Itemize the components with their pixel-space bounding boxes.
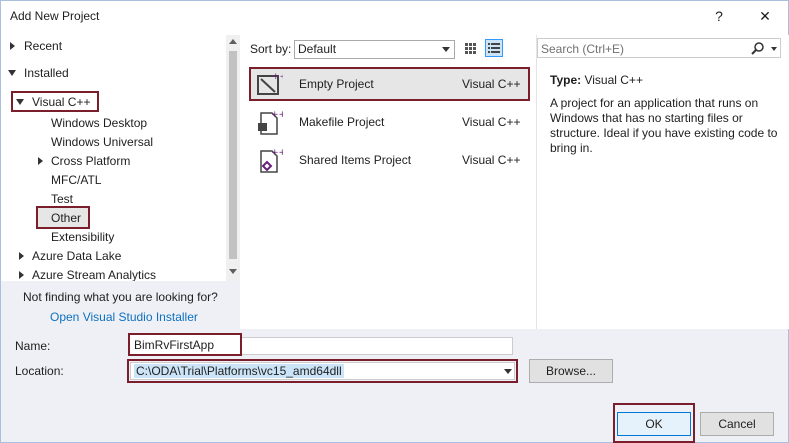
project-description: A project for an application that runs o… — [550, 96, 778, 155]
name-label: Name: — [15, 339, 51, 353]
type-label: Type: — [550, 73, 582, 87]
title-bar: Add New Project ? ✕ — [1, 1, 788, 31]
list-icon — [488, 43, 500, 53]
expand-azure-stream-icon[interactable] — [19, 271, 24, 279]
template-language: Visual C++ — [462, 153, 521, 167]
tree-item-windows-universal[interactable]: Windows Universal — [51, 133, 153, 151]
tree-item-azure-data-lake[interactable]: Azure Data Lake — [32, 247, 121, 265]
highlight-empty-project — [249, 67, 530, 101]
location-label: Location: — [15, 364, 64, 378]
location-chevron-down-icon[interactable] — [504, 369, 512, 374]
sort-by-value: Default — [298, 42, 337, 56]
dialog-title: Add New Project — [10, 9, 100, 23]
tree-scrollbar[interactable] — [226, 35, 240, 281]
template-row-shared-items-project[interactable]: ++ Shared Items Project Visual C++ — [249, 143, 530, 177]
template-tree: Recent Installed Visual C++ Windows Desk… — [1, 35, 225, 281]
close-button[interactable]: ✕ — [753, 5, 777, 27]
grid-icon — [465, 43, 476, 54]
cancel-button[interactable]: Cancel — [700, 412, 774, 436]
template-name: Makefile Project — [299, 115, 385, 129]
template-name: Shared Items Project — [299, 153, 412, 167]
svg-text:++: ++ — [271, 148, 283, 158]
project-form-area: Name: BimRvFirstApp Location: C:\ODA\Tri… — [1, 329, 788, 443]
list-view-button[interactable] — [485, 39, 503, 57]
search-input[interactable]: Search (Ctrl+E) — [537, 38, 781, 58]
tree-item-visual-cpp[interactable]: Visual C++ — [32, 93, 90, 111]
not-finding-message: Not finding what you are looking for? — [23, 290, 218, 304]
expand-recent-icon[interactable] — [10, 42, 15, 50]
installer-hint-panel: Not finding what you are looking for? Op… — [1, 281, 240, 329]
sort-by-dropdown[interactable]: Default — [294, 40, 455, 59]
tree-item-recent[interactable]: Recent — [24, 37, 62, 55]
tree-item-mfc-atl[interactable]: MFC/ATL — [51, 171, 101, 189]
type-value: Visual C++ — [584, 73, 643, 87]
collapse-installed-icon[interactable] — [8, 70, 16, 76]
search-icon — [751, 42, 764, 55]
tree-item-azure-stream-analytics[interactable]: Azure Stream Analytics — [32, 266, 156, 281]
add-new-project-dialog: Add New Project ? ✕ Recent Installed Vis… — [0, 0, 789, 443]
scroll-down-arrow-icon[interactable] — [229, 269, 237, 274]
search-placeholder: Search (Ctrl+E) — [541, 42, 625, 56]
collapse-visual-cpp-icon[interactable] — [16, 99, 24, 105]
svg-text:++: ++ — [271, 110, 283, 120]
template-language: Visual C++ — [462, 115, 521, 129]
shared-items-project-icon: ++ — [260, 148, 283, 173]
tree-item-extensibility[interactable]: Extensibility — [51, 228, 114, 246]
small-icons-view-button[interactable] — [461, 39, 479, 57]
tree-item-windows-desktop[interactable]: Windows Desktop — [51, 114, 147, 132]
scroll-up-arrow-icon[interactable] — [229, 39, 237, 44]
template-row-makefile-project[interactable]: ++ Makefile Project Visual C++ — [249, 105, 530, 139]
tree-item-other[interactable]: Other — [51, 209, 81, 227]
help-button[interactable]: ? — [707, 5, 731, 27]
tree-item-cross-platform[interactable]: Cross Platform — [51, 152, 130, 170]
highlight-ok-button — [613, 403, 695, 443]
sort-by-label: Sort by: — [250, 42, 292, 56]
makefile-project-icon: ++ — [258, 110, 283, 135]
expand-cross-platform-icon[interactable] — [38, 157, 43, 165]
project-type-line: Type: Visual C++ — [550, 73, 643, 87]
browse-button[interactable]: Browse... — [529, 359, 613, 383]
chevron-down-icon — [442, 47, 450, 52]
name-value: BimRvFirstApp — [134, 338, 215, 352]
scrollbar-thumb[interactable] — [229, 51, 237, 259]
open-installer-link[interactable]: Open Visual Studio Installer — [50, 310, 198, 324]
tree-item-installed[interactable]: Installed — [24, 64, 69, 82]
expand-azure-data-lake-icon[interactable] — [19, 252, 24, 260]
location-value: C:\ODA\Trial\Platforms\vc15_amd64dll — [134, 364, 344, 378]
search-options-chevron-icon[interactable] — [771, 47, 777, 51]
